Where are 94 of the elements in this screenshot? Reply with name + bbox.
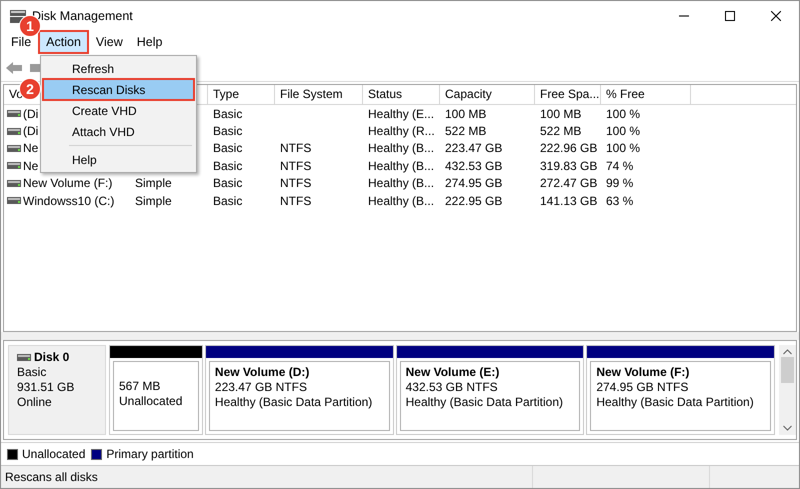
partition-status: Healthy (Basic Data Partition) <box>406 395 564 409</box>
drive-icon <box>7 180 21 187</box>
partition-size: 432.53 GB NTFS <box>406 380 499 394</box>
table-cell: Ne <box>23 158 38 173</box>
table-cell: NTFS <box>280 176 312 190</box>
table-cell: Basic <box>213 194 242 208</box>
partition-name: New Volume (D:) <box>214 365 310 379</box>
table-cell: 100 % <box>606 106 640 121</box>
scroll-thumb[interactable] <box>781 357 794 383</box>
legend-label: Unallocated <box>22 447 86 461</box>
table-cell: Healthy (E... <box>368 106 434 121</box>
table-cell: 274.95 GB <box>445 176 502 190</box>
table-cell: (Di <box>23 106 38 121</box>
disk-status: Online <box>17 395 53 409</box>
table-cell: Basic <box>213 158 242 173</box>
table-cell: 63 % <box>606 194 634 208</box>
table-cell: Simple <box>135 176 172 190</box>
disk-name: Disk 0 <box>34 350 70 364</box>
table-cell: (Di <box>23 124 38 138</box>
column-header[interactable]: Capacity <box>440 85 535 104</box>
table-cell: Basic <box>213 141 242 156</box>
disk-type: Basic <box>17 365 48 379</box>
table-cell: New Volume (F:) <box>23 176 112 190</box>
column-header[interactable]: % Free <box>601 85 691 104</box>
table-cell: 319.83 GB <box>540 158 598 173</box>
table-cell: Basic <box>213 106 242 121</box>
table-cell: 223.47 GB <box>445 141 502 156</box>
table-cell: Ne <box>23 141 38 156</box>
disk-size: 931.51 GB <box>17 380 76 394</box>
table-cell: 100 % <box>606 124 640 138</box>
table-cell: Healthy (R... <box>368 124 435 138</box>
scroll-up-icon[interactable] <box>783 349 792 355</box>
table-cell: Healthy (B... <box>368 194 434 208</box>
menu-option[interactable]: Rescan Disks <box>43 79 194 100</box>
menu-item[interactable]: Action <box>39 31 88 53</box>
table-cell: 74 % <box>606 158 634 173</box>
partition-status: Healthy (Basic Data Partition) <box>596 395 755 409</box>
column-header[interactable]: Free Spa... <box>535 85 601 104</box>
legend-label: Primary partition <box>106 447 194 461</box>
menu-option[interactable]: Create VHD <box>43 100 194 121</box>
table-cell: Healthy (B... <box>368 158 434 173</box>
partition-block[interactable]: New Volume (E:) 432.53 GB NTFS Healthy (Basic Data Partition) <box>396 345 584 435</box>
partition-size: 567 MB <box>119 379 162 393</box>
menu-option[interactable]: Attach VHD <box>43 121 194 142</box>
drive-icon <box>7 144 21 152</box>
close-icon <box>771 10 781 20</box>
maximize-icon <box>725 10 735 20</box>
scroll-down-icon[interactable] <box>783 425 792 431</box>
table-cell: Healthy (B... <box>368 141 434 156</box>
partition-size: 223.47 GB NTFS <box>214 380 308 394</box>
table-cell: 222.95 GB <box>445 194 502 208</box>
column-header[interactable]: File System <box>275 85 363 104</box>
menu-option[interactable]: Refresh <box>43 58 194 79</box>
menu-option[interactable]: Help <box>43 149 194 170</box>
table-cell: Basic <box>213 124 242 138</box>
drive-icon <box>7 197 21 204</box>
table-cell: 522 MB <box>540 124 582 138</box>
disk-info-panel[interactable]: Disk 0 Basic 931.51 GB Online <box>8 345 106 435</box>
partition-label: Unallocated <box>119 394 184 408</box>
partition-name: New Volume (F:) <box>596 365 690 379</box>
drive-icon <box>17 354 31 360</box>
table-cell: Simple <box>135 194 172 208</box>
partition-name: New Volume (E:) <box>406 365 500 379</box>
table-cell: 100 MB <box>445 106 486 121</box>
partition-status: Healthy (Basic Data Partition) <box>214 395 374 409</box>
partition-block[interactable]: 567 MB Unallocated <box>109 345 203 435</box>
menu-item[interactable]: File <box>5 33 38 51</box>
table-cell: 99 % <box>606 176 634 190</box>
menu-item[interactable]: View <box>90 33 129 51</box>
back-arrow-icon[interactable] <box>6 62 22 74</box>
table-cell: 222.96 GB <box>540 141 598 156</box>
table-cell: 100 % <box>606 141 640 156</box>
menu-item[interactable]: Help <box>130 33 168 51</box>
table-cell: 272.47 GB <box>540 176 598 190</box>
partition-block[interactable]: New Volume (F:) 274.95 GB NTFS Healthy (Basic Data Partition) <box>586 345 776 435</box>
table-cell: 522 MB <box>445 124 486 138</box>
drive-icon <box>7 110 21 118</box>
partition-block[interactable]: New Volume (D:) 223.47 GB NTFS Healthy (Basic Data Partition) <box>204 345 394 435</box>
table-cell: 432.53 GB <box>445 158 502 173</box>
scrollbar[interactable] <box>779 345 796 435</box>
partition-size: 274.95 GB NTFS <box>596 380 690 394</box>
drive-icon <box>7 162 21 170</box>
table-cell: 141.13 GB <box>540 194 598 208</box>
table-cell: Basic <box>213 176 242 190</box>
table-cell: 100 MB <box>540 106 582 121</box>
table-cell: NTFS <box>280 194 312 208</box>
column-header[interactable]: Type <box>208 85 275 104</box>
table-cell: NTFS <box>280 141 312 156</box>
column-header[interactable]: Status <box>363 85 440 104</box>
table-cell: Healthy (B... <box>368 176 434 190</box>
table-cell: NTFS <box>280 158 312 173</box>
status-text: Rescans all disks <box>4 470 99 484</box>
drive-icon <box>7 128 21 135</box>
table-cell: Windowss10 (C:) <box>23 194 114 208</box>
